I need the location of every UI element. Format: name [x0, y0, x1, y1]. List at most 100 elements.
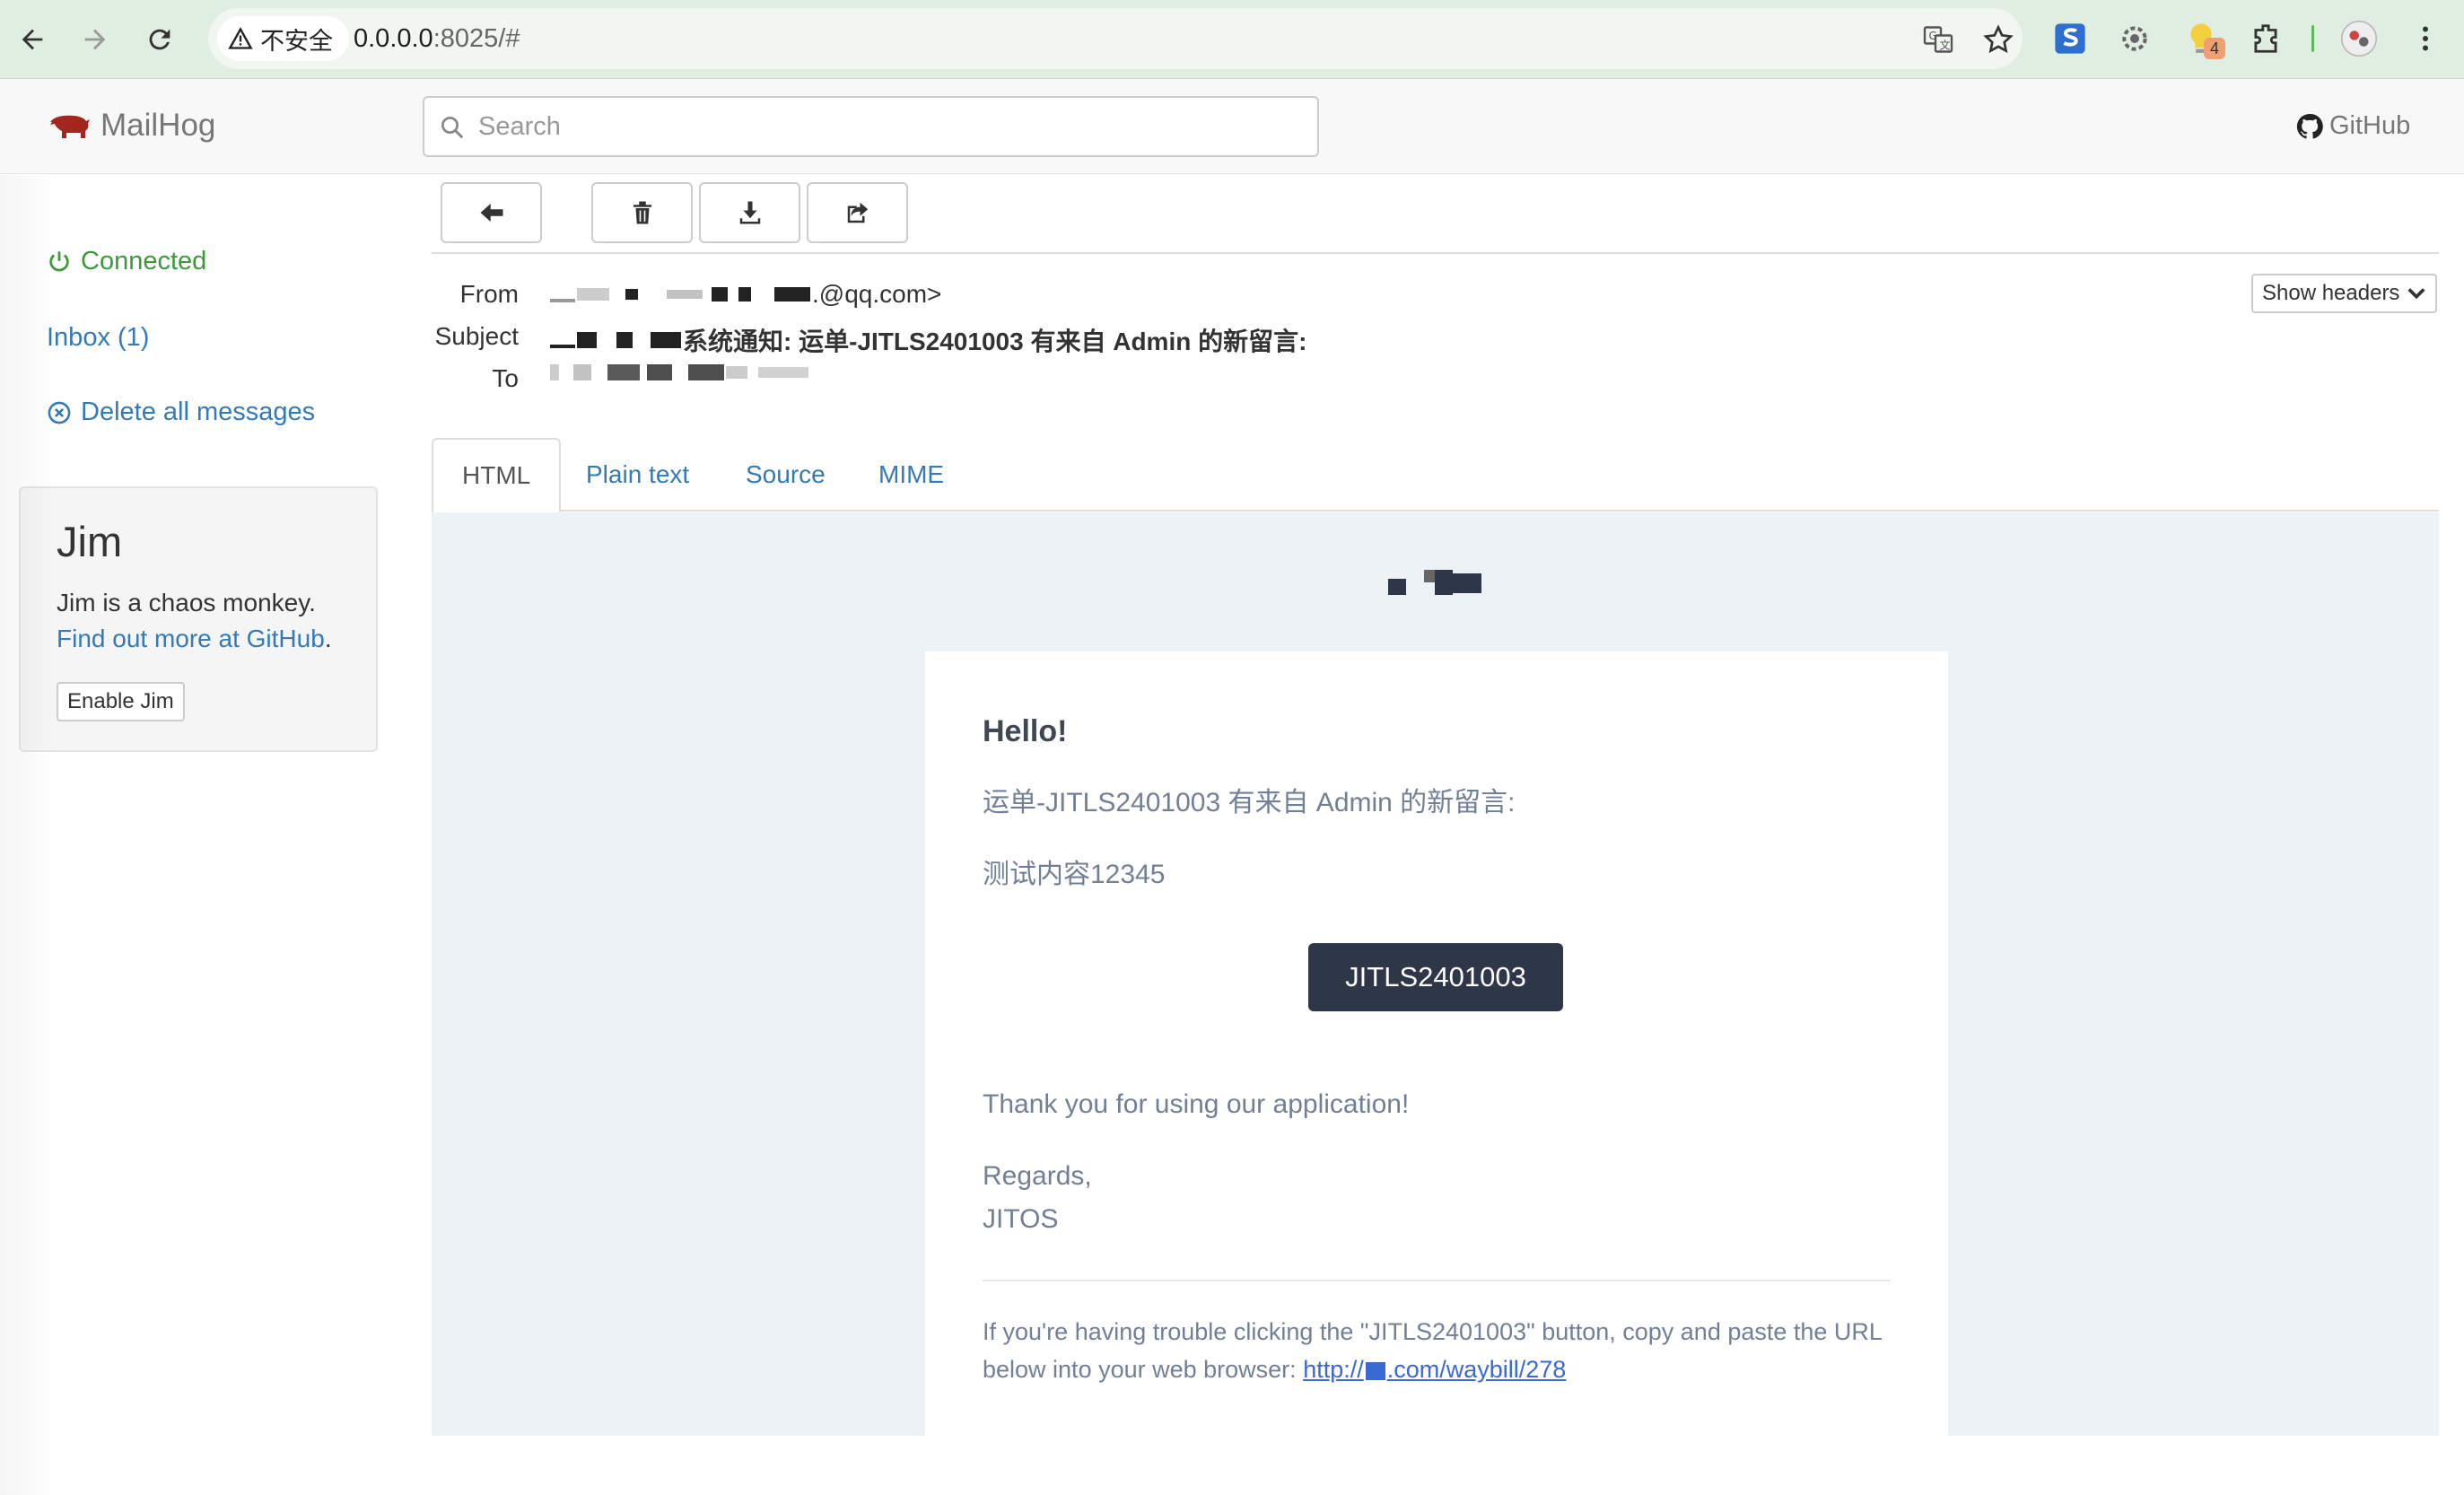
- redaction: [550, 345, 575, 348]
- url-path: :8025/#: [433, 24, 520, 53]
- to-label: To: [492, 364, 519, 392]
- delete-message-button[interactable]: [591, 182, 693, 243]
- forward-button[interactable]: [68, 13, 122, 66]
- message-toolbar: [432, 175, 2439, 254]
- email-regards: Regards,: [983, 1161, 1092, 1191]
- tab-mime[interactable]: MIME: [850, 438, 973, 511]
- tab-html[interactable]: HTML: [432, 438, 562, 513]
- address-bar[interactable]: 不安全 0.0.0.0:8025/# G文: [208, 8, 2023, 69]
- url-host: 0.0.0.0: [354, 24, 433, 53]
- waybill-button[interactable]: JITLS2401003: [1308, 943, 1563, 1011]
- redaction: [738, 287, 751, 302]
- kebab-menu-icon: [2423, 26, 2428, 51]
- mailhog-pig-icon: [50, 115, 90, 138]
- reload-icon: [149, 29, 170, 50]
- email-card: Hello! 运单-JITLS2401003 有来自 Admin 的新留言: 测…: [925, 651, 1948, 1436]
- redaction: [758, 367, 808, 378]
- jim-more-suffix: .: [324, 625, 332, 652]
- search-box[interactable]: [423, 96, 1319, 157]
- enable-jim-button[interactable]: Enable Jim: [57, 682, 185, 721]
- jim-github-link[interactable]: Find out more at GitHub: [57, 625, 325, 652]
- app-navbar: MailHog GitHub: [0, 79, 2464, 174]
- extensions-button[interactable]: [2243, 16, 2288, 61]
- url-text[interactable]: 0.0.0.0:8025/#: [354, 24, 520, 54]
- back-to-inbox-button[interactable]: [441, 182, 542, 243]
- power-icon: [49, 250, 69, 271]
- redaction: [712, 287, 728, 302]
- delete-all-button[interactable]: Delete all messages: [47, 398, 315, 427]
- security-label: 不安全: [260, 27, 333, 55]
- browser-toolbar: 不安全 0.0.0.0:8025/# G文 4: [0, 0, 2464, 79]
- arrow-left-icon: [480, 204, 502, 222]
- share-icon: [847, 202, 868, 223]
- connection-status-label: Connected: [81, 247, 207, 275]
- brand-name: MailHog: [100, 108, 216, 143]
- github-link[interactable]: GitHub: [2295, 111, 2410, 141]
- extension-gear-button[interactable]: [2112, 16, 2157, 61]
- extension-bulb-button[interactable]: 4: [2179, 16, 2225, 61]
- circle-x-icon: [48, 401, 71, 424]
- svg-text:G: G: [1929, 30, 1937, 42]
- show-headers-label: Show headers: [2262, 281, 2400, 305]
- search-input[interactable]: [478, 107, 1286, 146]
- from-address: .@qq.com>: [812, 280, 942, 308]
- github-icon: [2296, 113, 2323, 138]
- tab-source[interactable]: Source: [717, 438, 854, 511]
- email-divider: [983, 1280, 1891, 1281]
- svg-text:文: 文: [1940, 39, 1951, 52]
- toolbar-divider: [2311, 25, 2314, 52]
- message-headers: From .@qq.com> Subject 系统通知: 运单-JITLS240…: [432, 269, 2439, 404]
- puzzle-icon: [2254, 24, 2277, 53]
- search-icon: [441, 117, 464, 139]
- redaction: [688, 364, 724, 380]
- email-signature: JITOS: [983, 1204, 1059, 1234]
- warning-icon: [228, 27, 253, 49]
- redaction: [550, 299, 575, 302]
- email-line-2: 测试内容12345: [983, 860, 1166, 889]
- bookmark-button[interactable]: [1978, 19, 2019, 60]
- extension-s-button[interactable]: [2048, 16, 2093, 61]
- reload-button[interactable]: [133, 13, 187, 66]
- jim-more-text: Find out more at GitHub.: [57, 625, 332, 653]
- redaction: [577, 288, 609, 301]
- email-greeting: Hello!: [983, 714, 1068, 748]
- extension-badge: 4: [2204, 38, 2225, 59]
- back-button[interactable]: [5, 13, 59, 66]
- url-prefix: http://: [1303, 1356, 1364, 1383]
- translate-button[interactable]: G文: [1918, 19, 1959, 60]
- sidebar: Connected Inbox (1) Delete all messages …: [0, 175, 413, 1427]
- url-suffix: .com/waybill/278: [1386, 1356, 1567, 1383]
- s-extension-icon: [2055, 23, 2085, 54]
- brand-link[interactable]: MailHog: [47, 108, 215, 144]
- to-value: [550, 364, 808, 380]
- redaction: [667, 290, 703, 299]
- browser-menu-button[interactable]: [2403, 16, 2448, 61]
- profile-button[interactable]: [2337, 16, 2381, 61]
- tab-plain-text[interactable]: Plain text: [557, 438, 718, 511]
- avatar-icon: [2340, 20, 2378, 57]
- download-icon: [739, 201, 760, 224]
- email-line-1: 运单-JITLS2401003 有来自 Admin 的新留言:: [983, 788, 1516, 817]
- trash-icon: [633, 201, 651, 224]
- redaction: [651, 332, 681, 348]
- jim-panel: Jim Jim is a chaos monkey. Find out more…: [19, 486, 378, 752]
- show-headers-button[interactable]: Show headers: [2251, 274, 2438, 313]
- release-button[interactable]: [807, 182, 908, 243]
- message-tabs: HTML Plain text Source MIME: [432, 438, 2439, 513]
- redaction: [1365, 1361, 1385, 1380]
- gear-icon: [2122, 26, 2147, 51]
- from-value: .@qq.com>: [550, 280, 941, 309]
- email-preview: Hello! 运单-JITLS2401003 有来自 Admin 的新留言: 测…: [432, 512, 2439, 1436]
- waybill-url-link[interactable]: http:// .com/waybill/278: [1303, 1356, 1566, 1383]
- arrow-left-icon: [22, 29, 43, 50]
- redaction: [616, 332, 633, 348]
- sidebar-item-inbox[interactable]: Inbox (1): [47, 323, 149, 353]
- security-chip[interactable]: 不安全: [217, 16, 349, 61]
- email-logo: [1388, 570, 1481, 595]
- inbox-label: Inbox (1): [47, 323, 150, 352]
- subject-label: Subject: [434, 322, 519, 350]
- download-button[interactable]: [699, 182, 800, 243]
- from-label: From: [459, 280, 519, 308]
- redaction: [647, 364, 672, 380]
- redaction: [577, 332, 597, 348]
